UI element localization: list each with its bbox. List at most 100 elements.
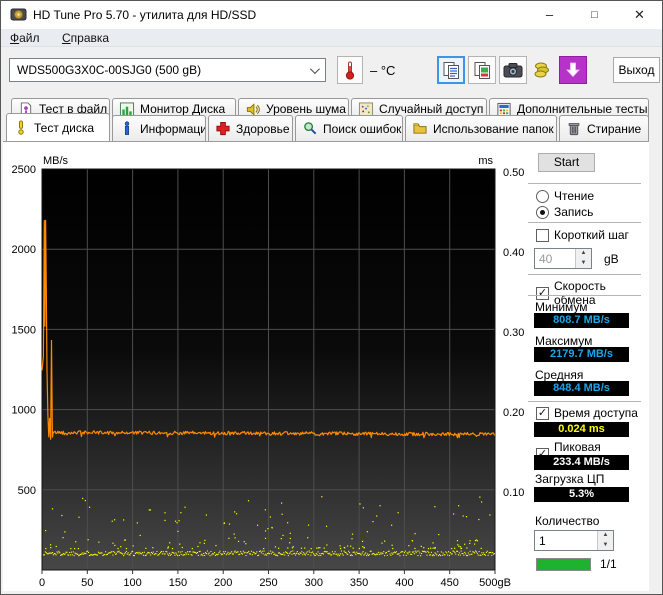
radio-write[interactable]: Запись [536,205,593,219]
checkbox-box [536,229,549,242]
svg-text:400: 400 [395,577,413,589]
camera-icon [503,62,523,78]
register-button[interactable] [528,56,556,84]
drive-select[interactable]: WDS500G3X0C-00SJG0 (500 gB) [9,58,326,82]
svg-text:500: 500 [18,485,36,497]
control-panel: Start Чтение Запись Короткий шаг 40 ▲▼ g… [526,142,649,592]
arrow-up-icon[interactable]: ▲ [576,249,591,259]
svg-text:0.50: 0.50 [503,167,524,179]
min-label: Минимум [535,300,588,314]
svg-text:1500: 1500 [12,324,36,336]
progress-label: 1/1 [600,557,617,571]
svg-text:50: 50 [81,577,93,589]
thermometer-icon [344,60,356,80]
size-unit-label: gB [604,252,619,266]
svg-text:350: 350 [350,577,368,589]
passes-stepper[interactable]: 1 ▲▼ [534,530,614,551]
info-icon [119,121,135,136]
coins-icon [532,60,552,80]
short-stroke-checkbox[interactable]: Короткий шаг [536,228,629,242]
svg-text:0.20: 0.20 [503,407,524,419]
separator [528,222,641,223]
screenshot-button[interactable] [499,56,527,84]
folder-icon [412,121,428,136]
svg-text:0.30: 0.30 [503,327,524,339]
svg-text:450: 450 [441,577,459,589]
separator [528,401,641,402]
separator [528,295,641,296]
max-value: 2179.7 MB/s [534,347,629,362]
svg-text:2000: 2000 [12,244,36,256]
svg-text:ms: ms [478,155,493,167]
start-button[interactable]: Start [538,153,595,172]
download-arrow-icon [565,62,581,78]
copy-image-icon [473,61,492,80]
trash-icon [566,121,582,136]
radio-write-circle [536,206,549,219]
burst-rate-value: 233.4 MB/s [534,455,629,470]
svg-text:0: 0 [39,577,45,589]
tab-erase[interactable]: Стирание [559,115,649,141]
stepper-arrows[interactable]: ▲▼ [575,249,591,268]
title-bar: HD Tune Pro 5.70 - утилита для HD/SSD – … [1,1,662,29]
hdd-app-icon [10,7,27,22]
separator [528,274,641,275]
download-button[interactable] [559,56,587,84]
svg-text:250: 250 [259,577,277,589]
health-cross-icon [215,121,231,136]
cpu-usage-label: Загрузка ЦП [535,472,604,486]
copy-image-button[interactable] [468,56,496,84]
tab-folder-usage[interactable]: Использование папок [405,115,557,141]
benchmark-chart: MB/sms25002000150010005000.500.400.300.2… [3,142,526,592]
access-time-checkbox[interactable]: ✓ Время доступа [536,406,638,420]
magnifier-icon [302,121,318,136]
tab-row-front: Тест диска Информация Здоровье Поиск оши… [6,115,651,141]
minimize-button[interactable]: – [527,1,572,29]
svg-text:150: 150 [169,577,187,589]
cpu-usage-value: 5.3% [534,487,629,502]
svg-text:1000: 1000 [12,405,36,417]
tab-info[interactable]: Информация [112,115,206,141]
menu-bar: Файл Справка [1,29,662,47]
radio-read[interactable]: Чтение [536,189,594,203]
exclamation-icon [13,120,29,135]
avg-value: 848.4 MB/s [534,381,629,396]
toolbar: WDS500G3X0C-00SJG0 (500 gB) – °C [1,47,662,94]
short-stroke-size-stepper[interactable]: 40 ▲▼ [534,248,592,269]
chevron-down-icon [310,64,320,74]
access-time-value: 0.024 ms [534,422,629,437]
arrow-down-icon[interactable]: ▼ [598,541,613,551]
svg-text:0.10: 0.10 [503,487,524,499]
max-label: Максимум [535,334,592,348]
progress-bar [536,558,591,571]
tab-disk-test-active[interactable]: Тест диска [6,113,110,141]
tabs: Тест в файл Монитор Диска Уровень шума С… [1,94,662,141]
arrow-down-icon[interactable]: ▼ [576,259,591,269]
radio-read-circle [536,190,549,203]
min-value: 808.7 MB/s [534,313,629,328]
temperature-button[interactable] [337,56,363,84]
content-panel: MB/sms25002000150010005000.500.400.300.2… [3,141,649,591]
progress-fill [537,559,590,570]
app-window: HD Tune Pro 5.70 - утилита для HD/SSD – … [0,0,663,595]
maximize-button[interactable]: □ [572,1,617,29]
copy-text-button[interactable] [437,56,465,84]
svg-text:MB/s: MB/s [43,155,69,167]
exit-button[interactable]: Выход [613,57,660,83]
separator [528,183,641,184]
svg-text:2500: 2500 [12,164,36,176]
menu-help[interactable]: Справка [53,29,118,45]
tab-error-scan[interactable]: Поиск ошибок [295,115,403,141]
stepper-arrows[interactable]: ▲▼ [597,531,613,550]
arrow-up-icon[interactable]: ▲ [598,531,613,541]
svg-text:300: 300 [305,577,323,589]
copy-text-icon [442,61,461,80]
avg-label: Средняя [535,368,583,382]
window-title: HD Tune Pro 5.70 - утилита для HD/SSD [33,8,256,22]
close-button[interactable]: ✕ [617,1,662,29]
checkbox-box: ✓ [536,407,549,420]
tab-health[interactable]: Здоровье [208,115,293,141]
svg-text:100: 100 [123,577,141,589]
menu-file[interactable]: Файл [1,29,49,45]
svg-text:0.40: 0.40 [503,247,524,259]
